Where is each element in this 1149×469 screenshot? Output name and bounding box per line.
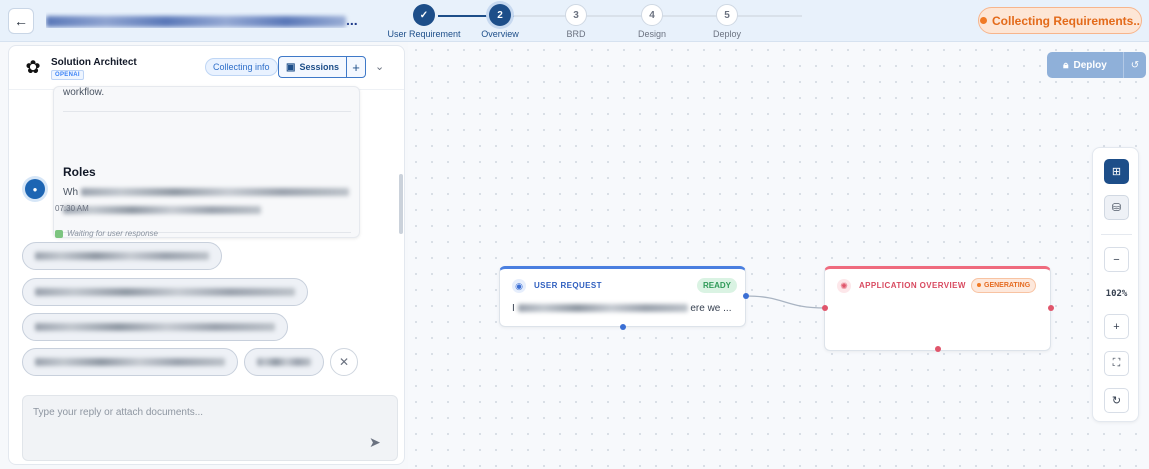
- reply-placeholder: Type your reply or attach documents...: [33, 407, 204, 418]
- ready-badge: READY: [697, 278, 738, 293]
- suggestion-chip[interactable]: [22, 348, 238, 376]
- refresh-icon: ↻: [1111, 395, 1122, 407]
- redacted-text: [257, 358, 311, 366]
- suggestion-chip[interactable]: [22, 313, 288, 341]
- status-badge: Collecting Requirements..: [978, 7, 1142, 34]
- dismiss-suggestions-button[interactable]: ✕: [330, 348, 358, 376]
- assistant-message: workflow. Roles Wh: [53, 86, 360, 238]
- sessions-button[interactable]: ▣ Sessions: [278, 56, 346, 78]
- suggestion-chip[interactable]: [244, 348, 324, 376]
- openai-logo-icon: ✿: [25, 57, 41, 77]
- message-heading: Roles: [63, 165, 96, 179]
- node-user-request-body: I ere we ...: [512, 303, 732, 314]
- redacted-text: [35, 288, 295, 296]
- status-icon: [55, 229, 63, 238]
- sparkle-icon: ✺: [837, 279, 851, 293]
- send-icon[interactable]: ➤: [369, 434, 381, 451]
- zoom-out-button[interactable]: −: [1104, 247, 1129, 272]
- step-deploy[interactable]: 5 Deploy: [687, 4, 767, 39]
- generating-dot-icon: [977, 283, 981, 288]
- chat-header: ✿ Solution Architect OPENAI Collecting i…: [9, 46, 404, 90]
- redacted-text: [80, 188, 349, 197]
- redacted-text: [63, 206, 261, 214]
- database-view-button[interactable]: ⛁: [1104, 195, 1129, 220]
- workflow-canvas[interactable]: [408, 42, 1149, 469]
- bot-icon: ●: [32, 184, 38, 194]
- redacted-text: [35, 358, 225, 366]
- step-design[interactable]: 4 Design: [612, 4, 692, 39]
- divider: [63, 111, 351, 112]
- eye-icon: ◉: [512, 279, 526, 293]
- app-title: ...: [46, 12, 364, 28]
- generating-badge: GENERATING: [971, 278, 1037, 293]
- plus-icon: +: [1113, 320, 1120, 333]
- step-overview[interactable]: 2 Overview: [460, 4, 540, 39]
- database-icon: ⛁: [1111, 202, 1122, 214]
- toolbar-divider: [1101, 234, 1132, 235]
- zoom-in-button[interactable]: +: [1104, 314, 1129, 339]
- new-session-button[interactable]: +: [346, 56, 366, 78]
- check-icon: ✓: [413, 4, 435, 26]
- canvas-toolbar: ⊞ ⛁ − 102% + ⛶ ↻: [1092, 147, 1139, 422]
- chat-scrollbar[interactable]: [399, 174, 403, 234]
- message-question: Wh: [63, 187, 353, 214]
- grid-view-button[interactable]: ⊞: [1104, 159, 1129, 184]
- app-title-redacted: [46, 15, 346, 27]
- deploy-history-button[interactable]: ↺: [1123, 52, 1146, 78]
- node-output-handle[interactable]: [743, 293, 749, 299]
- suggestion-chip[interactable]: [22, 278, 308, 306]
- close-icon: ✕: [338, 355, 350, 369]
- node-bottom-handle[interactable]: [620, 324, 626, 330]
- node-input-handle[interactable]: [822, 305, 828, 311]
- redacted-text: [517, 304, 688, 313]
- fullscreen-icon: ⛶: [1112, 357, 1121, 369]
- lock-icon: 🔒︎: [1063, 59, 1069, 71]
- redacted-text: [35, 252, 209, 260]
- grid-icon: ⊞: [1111, 166, 1122, 178]
- waiting-indicator: Waiting for user response: [55, 229, 158, 238]
- redacted-text: [35, 323, 275, 331]
- deploy-button[interactable]: 🔒︎ Deploy: [1047, 52, 1123, 78]
- assistant-avatar: ●: [25, 179, 45, 199]
- node-bottom-handle[interactable]: [935, 346, 941, 352]
- provider-badge: OPENAI: [51, 70, 84, 80]
- suggestion-chip[interactable]: [22, 242, 222, 270]
- step-brd[interactable]: 3 BRD: [536, 4, 616, 39]
- progress-stepper: ✓ User Requirement 2 Overview 3 BRD 4 De…: [384, 2, 802, 42]
- history-icon: ↺: [1130, 59, 1140, 71]
- sessions-icon: ▣: [286, 61, 296, 73]
- node-user-request[interactable]: ◉ USER REQUEST READY I ere we ...: [499, 266, 746, 327]
- plus-icon: +: [352, 59, 360, 75]
- minus-icon: −: [1113, 253, 1120, 266]
- collecting-info-badge: Collecting info: [205, 58, 278, 76]
- chat-panel: ✿ Solution Architect OPENAI Collecting i…: [8, 45, 405, 465]
- back-button[interactable]: ←: [8, 8, 34, 34]
- top-bar: ← ... ✓ User Requirement 2 Overview 3 BR…: [0, 0, 1149, 42]
- zoom-level: 102%: [1105, 289, 1128, 299]
- node-application-overview[interactable]: ✺ APPLICATION OVERVIEW GENERATING: [824, 266, 1051, 351]
- step-user-requirement[interactable]: ✓ User Requirement: [384, 4, 464, 39]
- fit-view-button[interactable]: ⛶: [1104, 351, 1129, 376]
- message-timestamp: 07:30 AM: [55, 204, 89, 213]
- reply-input[interactable]: Type your reply or attach documents... ➤: [22, 395, 398, 461]
- chevron-down-icon[interactable]: ⌄: [375, 60, 384, 73]
- reset-view-button[interactable]: ↻: [1104, 388, 1129, 413]
- node-output-handle[interactable]: [1048, 305, 1054, 311]
- arrow-left-icon: ←: [14, 13, 28, 29]
- status-dot-icon: [979, 17, 987, 24]
